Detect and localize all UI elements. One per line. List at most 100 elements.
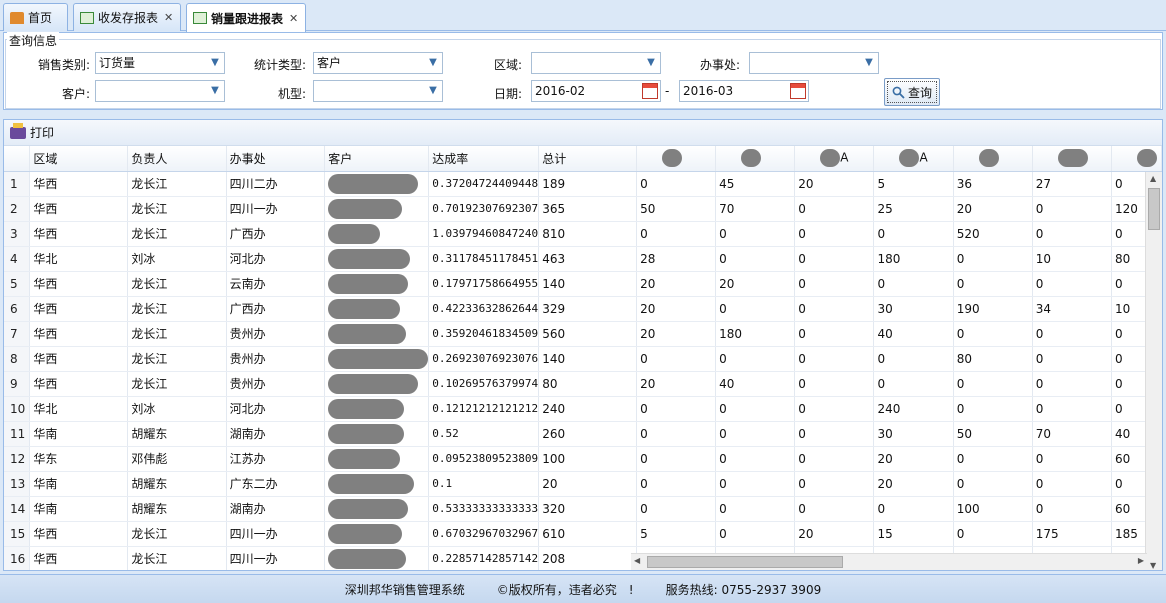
redacted-customer — [328, 173, 419, 194]
table-cell: 河北办 — [226, 246, 326, 272]
row-number-header — [4, 146, 31, 172]
table-cell: 华西 — [29, 371, 129, 397]
chevron-down-icon[interactable]: ▼ — [860, 53, 878, 73]
customer-cell — [324, 471, 430, 497]
scroll-right-icon[interactable]: ▶ — [1138, 556, 1144, 565]
chevron-down-icon[interactable]: ▼ — [424, 53, 442, 73]
tab-home[interactable]: 首页 — [3, 3, 68, 31]
column-header[interactable] — [953, 146, 1033, 172]
date-to-field[interactable]: 2016-03 — [679, 80, 809, 102]
table-cell: 贵州办 — [226, 321, 326, 347]
table-cell: 0 — [873, 346, 954, 372]
redacted-customer — [328, 273, 409, 294]
column-header[interactable]: 达成率 — [428, 146, 540, 172]
calendar-icon[interactable] — [790, 83, 806, 99]
column-header[interactable] — [1111, 146, 1162, 172]
column-header[interactable]: 区域 — [29, 146, 129, 172]
scroll-thumb[interactable] — [647, 556, 843, 568]
table-cell: 175 — [1032, 521, 1113, 547]
customer-cell — [324, 246, 430, 272]
chevron-down-icon[interactable]: ▼ — [206, 81, 224, 101]
table-row[interactable]: 3 华西 龙长江 广西办 1.03979460847240 810 0 0 0 0 520 0 0 — [4, 221, 1162, 247]
customer-cell — [324, 321, 430, 347]
scroll-thumb[interactable] — [1148, 188, 1160, 230]
table-header-row: 区域 负责人 办事处 客户 达成率 总计 A A — [4, 146, 1162, 172]
table-row[interactable]: 13 华南 胡耀东 广东二办 0.1 20 0 0 0 20 0 0 0 — [4, 471, 1162, 497]
column-header[interactable]: 办事处 — [226, 146, 326, 172]
query-button[interactable]: 查询 — [884, 78, 940, 106]
rate-cell: 0.52 — [428, 421, 540, 447]
table-cell: 华南 — [29, 496, 129, 522]
table-row[interactable]: 2 华西 龙长江 四川一办 0.70192307692307 365 50 70 0 25 20 0 1… — [4, 196, 1162, 222]
scroll-left-icon[interactable]: ◀ — [634, 556, 640, 565]
table-cell: 50 — [953, 421, 1033, 447]
close-icon[interactable]: ✕ — [164, 11, 173, 24]
scroll-down-icon[interactable]: ▼ — [1150, 561, 1156, 570]
table-cell: 80 — [953, 346, 1033, 372]
table-row[interactable]: 15 华西 龙长江 四川一办 0.67032967032967 610 5 0 20 15 0 175… — [4, 521, 1162, 547]
print-button[interactable]: 打印 — [10, 122, 54, 141]
table-cell: 0 — [794, 496, 875, 522]
table-row[interactable]: 14 华南 胡耀东 湖南办 0.53333333333333 320 0 0 0 0 100 0 60 — [4, 496, 1162, 522]
horizontal-scrollbar[interactable]: ◀ ▶ — [631, 553, 1147, 570]
table-cell: 20 — [538, 471, 638, 497]
customer-select[interactable]: ▼ — [95, 80, 225, 102]
date-from-field[interactable]: 2016-02 — [531, 80, 661, 102]
redacted-customer — [328, 248, 411, 269]
column-header[interactable] — [1032, 146, 1113, 172]
table-cell: 0 — [794, 421, 875, 447]
table-cell: 0 — [794, 346, 875, 372]
table-cell: 0 — [794, 396, 875, 422]
table-body: 1 华西 龙长江 四川二办 0.37204724409448 189 0 45 20 5 36 27 0… — [4, 171, 1162, 570]
tab-inventory-report[interactable]: 收发存报表 ✕ — [73, 3, 181, 31]
table-row[interactable]: 7 华西 龙长江 贵州办 0.35920461834509 560 20 180 0 40 0 0 0 — [4, 321, 1162, 347]
vertical-scrollbar[interactable]: ▲ ▼ — [1145, 172, 1162, 570]
table-row[interactable]: 8 华西 龙长江 贵州办 0.26923076923076 140 0 0 0 0 80 0 0 — [4, 346, 1162, 372]
column-header[interactable]: 总计 — [538, 146, 638, 172]
table-row[interactable]: 4 华北 刘冰 河北办 0.31178451178451 463 28 0 0 180 0 10 80 — [4, 246, 1162, 272]
column-header[interactable]: 负责人 — [127, 146, 227, 172]
column-header[interactable]: 客户 — [324, 146, 430, 172]
column-header[interactable]: A — [794, 146, 875, 172]
table-cell: 30 — [873, 421, 954, 447]
table-cell: 810 — [538, 221, 638, 247]
calendar-icon[interactable] — [642, 83, 658, 99]
table-row[interactable]: 9 华西 龙长江 贵州办 0.10269576379974 80 20 40 0 0 0 0 0 — [4, 371, 1162, 397]
table-row[interactable]: 1 华西 龙长江 四川二办 0.37204724409448 189 0 45 20 5 36 27 0 — [4, 171, 1162, 197]
redacted-customer — [328, 398, 405, 419]
column-header[interactable] — [715, 146, 796, 172]
date-label: 日期: — [493, 87, 522, 101]
table-cell: 0 — [953, 271, 1033, 297]
chevron-down-icon[interactable]: ▼ — [424, 81, 442, 101]
close-icon[interactable]: ✕ — [289, 12, 298, 25]
tab-label: 销量跟进报表 — [211, 11, 284, 26]
sales-type-select[interactable]: 订货量 ▼ — [95, 52, 225, 74]
table-cell: 胡耀东 — [127, 496, 227, 522]
rate-cell: 0.1 — [428, 471, 540, 497]
query-title: 查询信息 — [7, 32, 60, 49]
chevron-down-icon[interactable]: ▼ — [206, 53, 224, 73]
region-select[interactable]: ▼ — [531, 52, 661, 74]
column-header[interactable] — [636, 146, 717, 172]
table-cell: 20 — [794, 521, 875, 547]
row-number: 10 — [4, 396, 31, 422]
table-cell: 华北 — [29, 396, 129, 422]
table-row[interactable]: 12 华东 邓伟彪 江苏办 0.09523809523809 100 0 0 0 20 0 0 60 — [4, 446, 1162, 472]
tab-sales-followup-report[interactable]: 销量跟进报表 ✕ — [186, 3, 306, 32]
table-cell: 0 — [794, 196, 875, 222]
column-header[interactable]: A — [873, 146, 954, 172]
report-grid: 打印 区域 负责人 办事处 客户 达成率 总计 A A 1 华西 龙长江 四川二… — [3, 119, 1163, 571]
table-row[interactable]: 10 华北 刘冰 河北办 0.12121212121212 240 0 0 0 240 0 0 0 — [4, 396, 1162, 422]
table-row[interactable]: 6 华西 龙长江 广西办 0.42233632862644 329 20 0 0 30 190 34 1… — [4, 296, 1162, 322]
table-cell: 0 — [715, 496, 796, 522]
table-row[interactable]: 5 华西 龙长江 云南办 0.17971758664955 140 20 20 0 0 0 0 0 — [4, 271, 1162, 297]
model-select[interactable]: ▼ — [313, 80, 443, 102]
office-select[interactable]: ▼ — [749, 52, 879, 74]
stat-type-select[interactable]: 客户 ▼ — [313, 52, 443, 74]
chevron-down-icon[interactable]: ▼ — [642, 53, 660, 73]
redacted-header — [978, 149, 999, 168]
table-cell: 龙长江 — [127, 321, 227, 347]
table-cell: 320 — [538, 496, 638, 522]
table-row[interactable]: 11 华南 胡耀东 湖南办 0.52 260 0 0 0 30 50 70 40 — [4, 421, 1162, 447]
scroll-up-icon[interactable]: ▲ — [1150, 174, 1156, 183]
